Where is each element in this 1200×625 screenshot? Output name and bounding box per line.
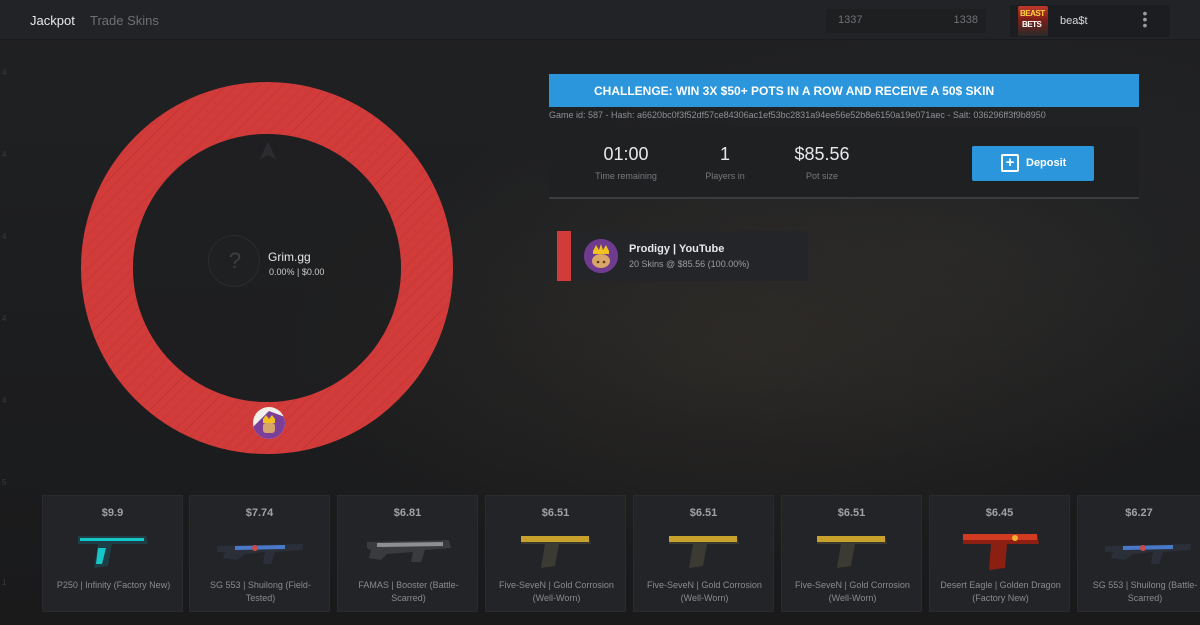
- skin-card[interactable]: $6.51 Five-SeveN | Gold Corrosion (Well-…: [633, 495, 774, 612]
- skin-card[interactable]: $6.51 Five-SeveN | Gold Corrosion (Well-…: [781, 495, 922, 612]
- arrow-up-icon: [259, 142, 277, 160]
- time-remaining: 01:00 Time remaining: [571, 144, 681, 181]
- rifle-icon: [367, 540, 451, 562]
- challenge-banner: CHALLENGE: WIN 3X $50+ POTS IN A ROW AND…: [549, 74, 1139, 107]
- player-entry[interactable]: Prodigy | YouTube 20 Skins @ $85.56 (100…: [557, 231, 808, 281]
- skin-name: SG 553 | Shuilong (Field-Tested): [210, 580, 311, 603]
- skin-price: $6.45: [985, 507, 1014, 519]
- player-color-bar: [557, 231, 571, 281]
- range-low: 1337: [838, 14, 863, 26]
- range-high: 1338: [953, 14, 978, 26]
- top-bar: Jackpot Trade Skins 1337 1338 BEAST BETS…: [0, 0, 1200, 40]
- pistol-icon: [817, 536, 887, 568]
- pot-size-label: Pot size: [805, 171, 838, 181]
- pistol-icon: [669, 536, 739, 568]
- ruler-mark: 1: [2, 578, 7, 587]
- players-in-label: Players in: [705, 171, 745, 181]
- player-name: Prodigy | YouTube: [629, 243, 725, 255]
- nav-trade-skins[interactable]: Trade Skins: [90, 13, 159, 28]
- kebab-menu-icon[interactable]: • • •: [1140, 6, 1150, 32]
- skin-price: $6.27: [1125, 507, 1153, 519]
- left-ruler: 4 4 4 4 4 5 1: [0, 40, 14, 625]
- skins-list: $9.9 P250 | Infinity (Factory New) $7.74…: [42, 495, 1200, 625]
- rifle-icon: [1105, 544, 1191, 564]
- ruler-mark: 4: [2, 314, 7, 323]
- deposit-label: Deposit: [1026, 157, 1067, 169]
- ticket-range-input[interactable]: 1337 1338: [826, 9, 986, 33]
- skin-card[interactable]: $7.74 SG 553 | Shuilong (Field-Tested): [189, 495, 330, 612]
- skin-price: $7.74: [245, 507, 274, 519]
- ruler-mark: 4: [2, 232, 7, 241]
- jackpot-wheel: ? Grim.gg 0.00% | $0.00: [81, 82, 453, 454]
- skin-card[interactable]: $6.27 SG 553 | Shuilong (Battle-Scarred): [1077, 495, 1200, 612]
- players-in: 1 Players in: [670, 144, 780, 181]
- user-avatar: BEAST BETS: [1018, 6, 1048, 36]
- skin-card[interactable]: $6.45 Desert Eagle | Golden Dragon (Fact…: [929, 495, 1070, 612]
- skin-name: SG 553 | Shuilong (Battle-Scarred): [1092, 580, 1198, 603]
- pistol-icon: [963, 534, 1039, 570]
- plus-square-icon: +: [1001, 154, 1019, 172]
- skin-name: P250 | Infinity (Factory New): [56, 580, 171, 590]
- wheel-ring: [81, 82, 453, 454]
- question-mark-icon: ?: [228, 248, 242, 273]
- game-hash: Game id: 587 - Hash: a6620bc0f3f52df57ce…: [549, 110, 1046, 120]
- pistol-icon: [521, 536, 591, 568]
- player-info: 20 Skins @ $85.56 (100.00%): [629, 259, 750, 269]
- skin-card[interactable]: $6.81 FAMAS | Booster (Battle-Scarred): [337, 495, 478, 612]
- avatar-logo-text: BETS: [1022, 20, 1042, 29]
- rifle-icon: [217, 544, 303, 564]
- skin-name: Five-SeveN | Gold Corrosion (Well-Worn): [795, 580, 910, 603]
- deposit-button[interactable]: + Deposit: [972, 146, 1094, 181]
- avatar-logo-text: BEAST: [1020, 9, 1045, 18]
- ruler-mark: 4: [2, 150, 7, 159]
- nav-jackpot[interactable]: Jackpot: [30, 13, 75, 28]
- winner-name: Grim.gg: [268, 250, 311, 264]
- pistol-icon: [78, 536, 148, 568]
- skin-price: $6.51: [541, 507, 570, 519]
- pot-size: $85.56 Pot size: [767, 144, 877, 181]
- skin-price: $9.9: [101, 507, 124, 519]
- skin-name: Desert Eagle | Golden Dragon (Factory Ne…: [940, 580, 1061, 603]
- wheel-player-avatar: [253, 407, 285, 439]
- wheel-inner: [133, 134, 401, 402]
- skin-card[interactable]: $9.9 P250 | Infinity (Factory New): [42, 495, 183, 612]
- time-remaining-label: Time remaining: [595, 171, 657, 181]
- players-in-value: 1: [719, 144, 730, 164]
- player-avatar: [584, 239, 618, 273]
- skin-price: $6.51: [689, 507, 718, 519]
- crown-pig-icon: [584, 239, 618, 273]
- ruler-mark: 4: [2, 396, 7, 405]
- winner-stats: 0.00% | $0.00: [269, 267, 325, 277]
- ruler-mark: 5: [2, 478, 7, 487]
- skin-card[interactable]: $6.51 Five-SeveN | Gold Corrosion (Well-…: [485, 495, 626, 612]
- time-remaining-value: 01:00: [603, 144, 649, 164]
- ruler-mark: 4: [2, 68, 7, 77]
- skin-price: $6.81: [393, 507, 422, 519]
- round-stats-panel: 01:00 Time remaining 1 Players in $85.56…: [549, 126, 1139, 199]
- pot-size-value: $85.56: [794, 144, 850, 164]
- skin-price: $6.51: [837, 507, 866, 519]
- skin-name: FAMAS | Booster (Battle-Scarred): [358, 580, 459, 603]
- skin-name: Five-SeveN | Gold Corrosion (Well-Worn): [499, 580, 614, 603]
- skin-name: Five-SeveN | Gold Corrosion (Well-Worn): [647, 580, 762, 603]
- crown-pig-icon: [253, 411, 285, 439]
- winner-avatar-placeholder: ?: [208, 235, 260, 287]
- user-name: bea$t: [1060, 15, 1088, 27]
